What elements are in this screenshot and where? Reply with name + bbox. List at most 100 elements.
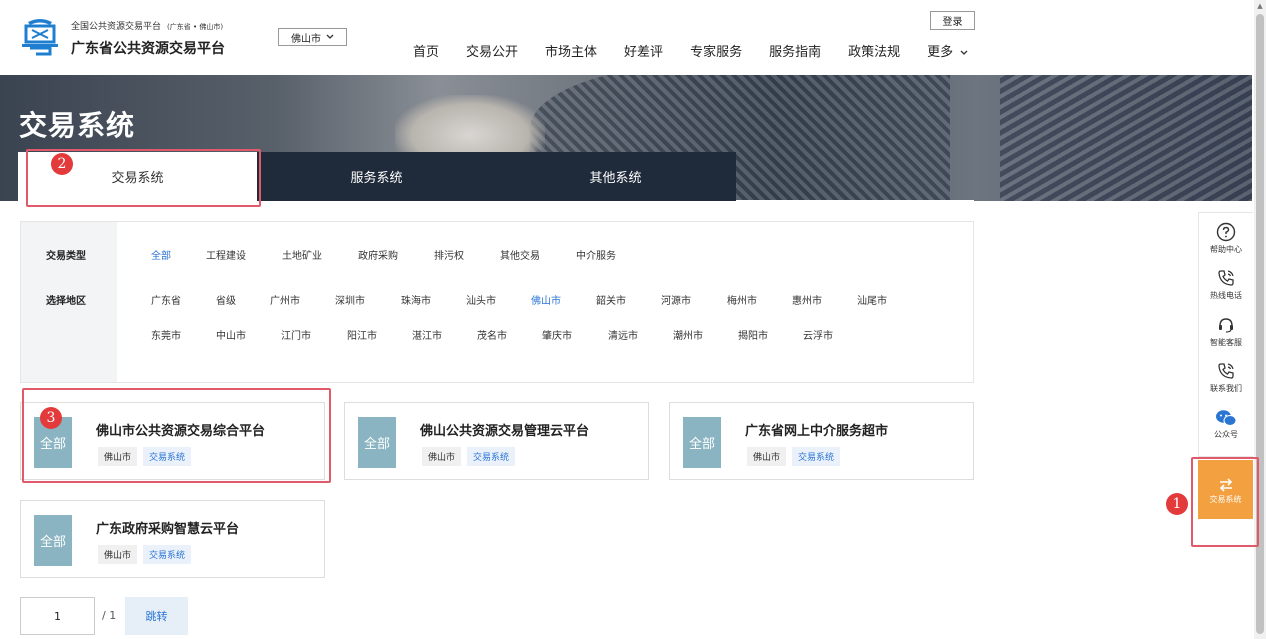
header: 全国公共资源交易平台 (广东省 • 佛山市) 广东省公共资源交易平台 佛山市 登录… [0, 0, 1252, 75]
nav-more[interactable]: 更多 [927, 44, 968, 62]
region-option[interactable]: 韶关市 [596, 292, 626, 307]
annotation-number-2: 2 [51, 153, 73, 175]
card-city-tag: 佛山市 [98, 545, 138, 564]
question-circle-icon [1216, 222, 1236, 242]
nav-market-entity[interactable]: 市场主体 [545, 44, 597, 62]
type-option-construction[interactable]: 工程建设 [206, 247, 246, 262]
card-type-tag: 交易系统 [792, 447, 841, 466]
card-category-badge: 全部 [34, 515, 72, 566]
chevron-down-icon [960, 50, 968, 55]
nav-service-guide[interactable]: 服务指南 [769, 44, 821, 62]
side-contact-label: 联系我们 [1210, 384, 1242, 393]
region-option[interactable]: 湛江市 [412, 327, 442, 342]
side-float-panel: 帮助中心 热线电话 智能客服 联系我们 公众号 [1198, 212, 1253, 457]
side-hotline-label: 热线电话 [1210, 291, 1242, 300]
annotation-number-3: 3 [40, 407, 62, 429]
page-number-input[interactable]: 1 [20, 597, 95, 635]
tab-service-system[interactable]: 服务系统 [257, 152, 496, 201]
site-subtitle-text: 全国公共资源交易平台 [71, 22, 162, 32]
city-select-value: 佛山市 [291, 33, 321, 45]
annotation-box-3 [22, 388, 331, 483]
scroll-up-arrow-icon[interactable]: ▲ [1254, 0, 1266, 12]
region-option[interactable]: 珠海市 [401, 292, 431, 307]
phone-icon [1218, 363, 1234, 379]
region-option[interactable]: 广州市 [270, 292, 300, 307]
system-card[interactable]: 全部 佛山公共资源交易管理云平台 佛山市 交易系统 [344, 402, 649, 480]
type-option-all[interactable]: 全部 [151, 247, 171, 262]
site-title[interactable]: 广东省公共资源交易平台 [71, 38, 225, 58]
page: 全国公共资源交易平台 (广东省 • 佛山市) 广东省公共资源交易平台 佛山市 登录… [0, 0, 1266, 639]
annotation-box-1 [1191, 457, 1259, 547]
nav-expert-service[interactable]: 专家服务 [690, 44, 742, 62]
filter-type-label: 交易类型 [46, 251, 86, 262]
phone-icon [1218, 270, 1234, 286]
card-city-tag: 佛山市 [422, 447, 462, 466]
card-tags: 佛山市 交易系统 [98, 545, 192, 564]
region-option[interactable]: 省级 [216, 292, 236, 307]
side-wechat[interactable]: 公众号 [1199, 409, 1253, 440]
region-option[interactable]: 深圳市 [335, 292, 365, 307]
tab-other-system[interactable]: 其他系统 [496, 152, 735, 201]
type-option-land-mining[interactable]: 土地矿业 [282, 247, 322, 262]
region-option[interactable]: 河源市 [661, 292, 691, 307]
headset-icon [1219, 318, 1233, 333]
card-type-tag: 交易系统 [467, 447, 516, 466]
nav-rating[interactable]: 好差评 [624, 44, 663, 62]
wechat-icon [1216, 410, 1237, 426]
card-tags: 佛山市 交易系统 [747, 447, 841, 466]
type-option-intermediary[interactable]: 中介服务 [576, 247, 616, 262]
system-card[interactable]: 全部 广东政府采购智慧云平台 佛山市 交易系统 [20, 500, 325, 578]
region-option[interactable]: 惠州市 [792, 292, 822, 307]
filter-region-label: 选择地区 [46, 296, 86, 307]
card-title[interactable]: 佛山公共资源交易管理云平台 [420, 420, 589, 439]
side-wechat-label: 公众号 [1214, 430, 1238, 439]
type-option-emission-rights[interactable]: 排污权 [434, 247, 464, 262]
nav-policy[interactable]: 政策法规 [848, 44, 900, 62]
side-hotline[interactable]: 热线电话 [1199, 268, 1253, 301]
filter-panel: 交易类型 选择地区 全部 工程建设 土地矿业 政府采购 排污权 其他交易 中介服… [20, 221, 974, 383]
region-option[interactable]: 东莞市 [151, 327, 181, 342]
region-option[interactable]: 汕头市 [466, 292, 496, 307]
region-option[interactable]: 茂名市 [477, 327, 507, 342]
region-option[interactable]: 阳江市 [347, 327, 377, 342]
region-option[interactable]: 揭阳市 [738, 327, 768, 342]
card-category-badge: 全部 [358, 417, 396, 468]
card-city-tag: 佛山市 [747, 447, 787, 466]
guangdong-logo-icon[interactable] [20, 14, 60, 58]
side-smart-service[interactable]: 智能客服 [1199, 315, 1253, 348]
card-category-badge: 全部 [683, 417, 721, 468]
city-select[interactable]: 佛山市 [278, 28, 347, 46]
annotation-number-1: 1 [1166, 493, 1188, 515]
type-option-gov-procurement[interactable]: 政府采购 [358, 247, 398, 262]
login-button[interactable]: 登录 [930, 11, 975, 30]
tab-underline [736, 200, 974, 201]
region-option[interactable]: 清远市 [608, 327, 638, 342]
main-nav: 首页 交易公开 市场主体 好差评 专家服务 服务指南 政策法规 更多 [400, 44, 968, 62]
side-smart-service-label: 智能客服 [1210, 338, 1242, 347]
system-card[interactable]: 全部 广东省网上中介服务超市 佛山市 交易系统 [669, 402, 974, 480]
nav-more-label: 更多 [927, 45, 954, 60]
region-option[interactable]: 广东省 [151, 292, 181, 307]
region-option-selected[interactable]: 佛山市 [531, 292, 561, 307]
type-option-other-trade[interactable]: 其他交易 [500, 247, 540, 262]
card-title[interactable]: 广东省网上中介服务超市 [745, 420, 888, 439]
nav-trade-public[interactable]: 交易公开 [466, 44, 518, 62]
region-option[interactable]: 中山市 [216, 327, 246, 342]
card-tags: 佛山市 交易系统 [422, 447, 516, 466]
nav-home[interactable]: 首页 [413, 44, 439, 62]
side-contact-us[interactable]: 联系我们 [1199, 361, 1253, 394]
card-title[interactable]: 广东政府采购智慧云平台 [96, 518, 239, 537]
chevron-down-icon [326, 34, 334, 39]
side-help-label: 帮助中心 [1210, 245, 1242, 254]
region-option[interactable]: 云浮市 [803, 327, 833, 342]
card-type-tag: 交易系统 [143, 545, 192, 564]
region-option[interactable]: 肇庆市 [542, 327, 572, 342]
page-jump-button[interactable]: 跳转 [125, 597, 188, 635]
region-option[interactable]: 潮州市 [673, 327, 703, 342]
region-option[interactable]: 江门市 [281, 327, 311, 342]
site-subtitle: 全国公共资源交易平台 (广东省 • 佛山市) [71, 19, 223, 32]
page-total: / 1 [102, 609, 117, 622]
region-option[interactable]: 梅州市 [727, 292, 757, 307]
side-help-center[interactable]: 帮助中心 [1199, 222, 1253, 255]
region-option[interactable]: 汕尾市 [857, 292, 887, 307]
